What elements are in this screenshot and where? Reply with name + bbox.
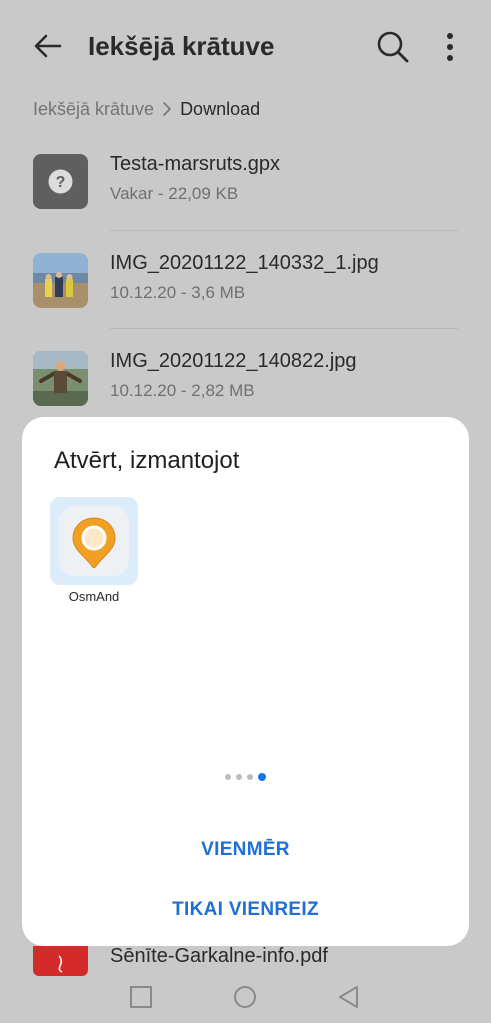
app-label: OsmAnd: [68, 589, 120, 604]
image-thumbnail: [33, 253, 88, 308]
breadcrumb-root[interactable]: Iekšējā krātuve: [33, 96, 154, 122]
top-app-bar: Iekšējā krātuve: [0, 0, 491, 92]
page-title: Iekšējā krātuve: [88, 31, 275, 61]
breadcrumb-current[interactable]: Download: [180, 96, 260, 122]
system-nav-bar: [0, 974, 491, 1023]
page-dot: [225, 774, 231, 780]
file-meta: Vakar - 22,09 KB: [110, 184, 239, 203]
search-icon[interactable]: [374, 28, 412, 66]
file-name: IMG_20201122_140332_1.jpg: [110, 252, 379, 274]
recents-square-icon[interactable]: [128, 984, 154, 1010]
home-circle-icon[interactable]: [232, 984, 258, 1010]
open-with-sheet: Atvērt, izmantojot OsmAnd VIENMĒR TIKAI …: [22, 417, 469, 946]
page-dot: [247, 774, 253, 780]
page-dot: [236, 774, 242, 780]
pdf-icon: [33, 946, 88, 976]
file-meta: 10.12.20 - 3,6 MB: [110, 283, 246, 302]
image-thumbnail: [33, 351, 88, 406]
just-once-button[interactable]: TIKAI VIENREIZ: [22, 899, 469, 921]
more-options-icon[interactable]: [436, 28, 464, 66]
osmand-icon: [59, 506, 129, 576]
always-button[interactable]: VIENMĒR: [22, 839, 469, 861]
app-option-osmand[interactable]: [50, 497, 138, 585]
unknown-file-icon: ?: [33, 154, 88, 209]
file-row[interactable]: IMG_20201122_140332_1.jpg 10.12.20 - 3,6…: [0, 252, 491, 351]
divider: [110, 328, 458, 329]
divider: [110, 230, 458, 231]
file-name: Sēnīte-Garkalne-info.pdf: [110, 945, 328, 967]
svg-text:?: ?: [56, 174, 66, 191]
chevron-right-icon: [163, 102, 171, 116]
page-dot-active: [258, 773, 266, 781]
breadcrumb: Iekšējā krātuve Download: [33, 96, 260, 122]
file-meta: 10.12.20 - 2,82 MB: [110, 381, 255, 400]
file-row[interactable]: ? Testa-marsruts.gpx Vakar - 22,09 KB: [0, 153, 491, 252]
page-indicator: [22, 773, 469, 781]
back-triangle-icon[interactable]: [336, 984, 362, 1010]
file-name: Testa-marsruts.gpx: [110, 153, 281, 175]
back-arrow-icon[interactable]: [30, 28, 66, 64]
file-name: IMG_20201122_140822.jpg: [110, 350, 357, 372]
sheet-title: Atvērt, izmantojot: [54, 447, 240, 474]
